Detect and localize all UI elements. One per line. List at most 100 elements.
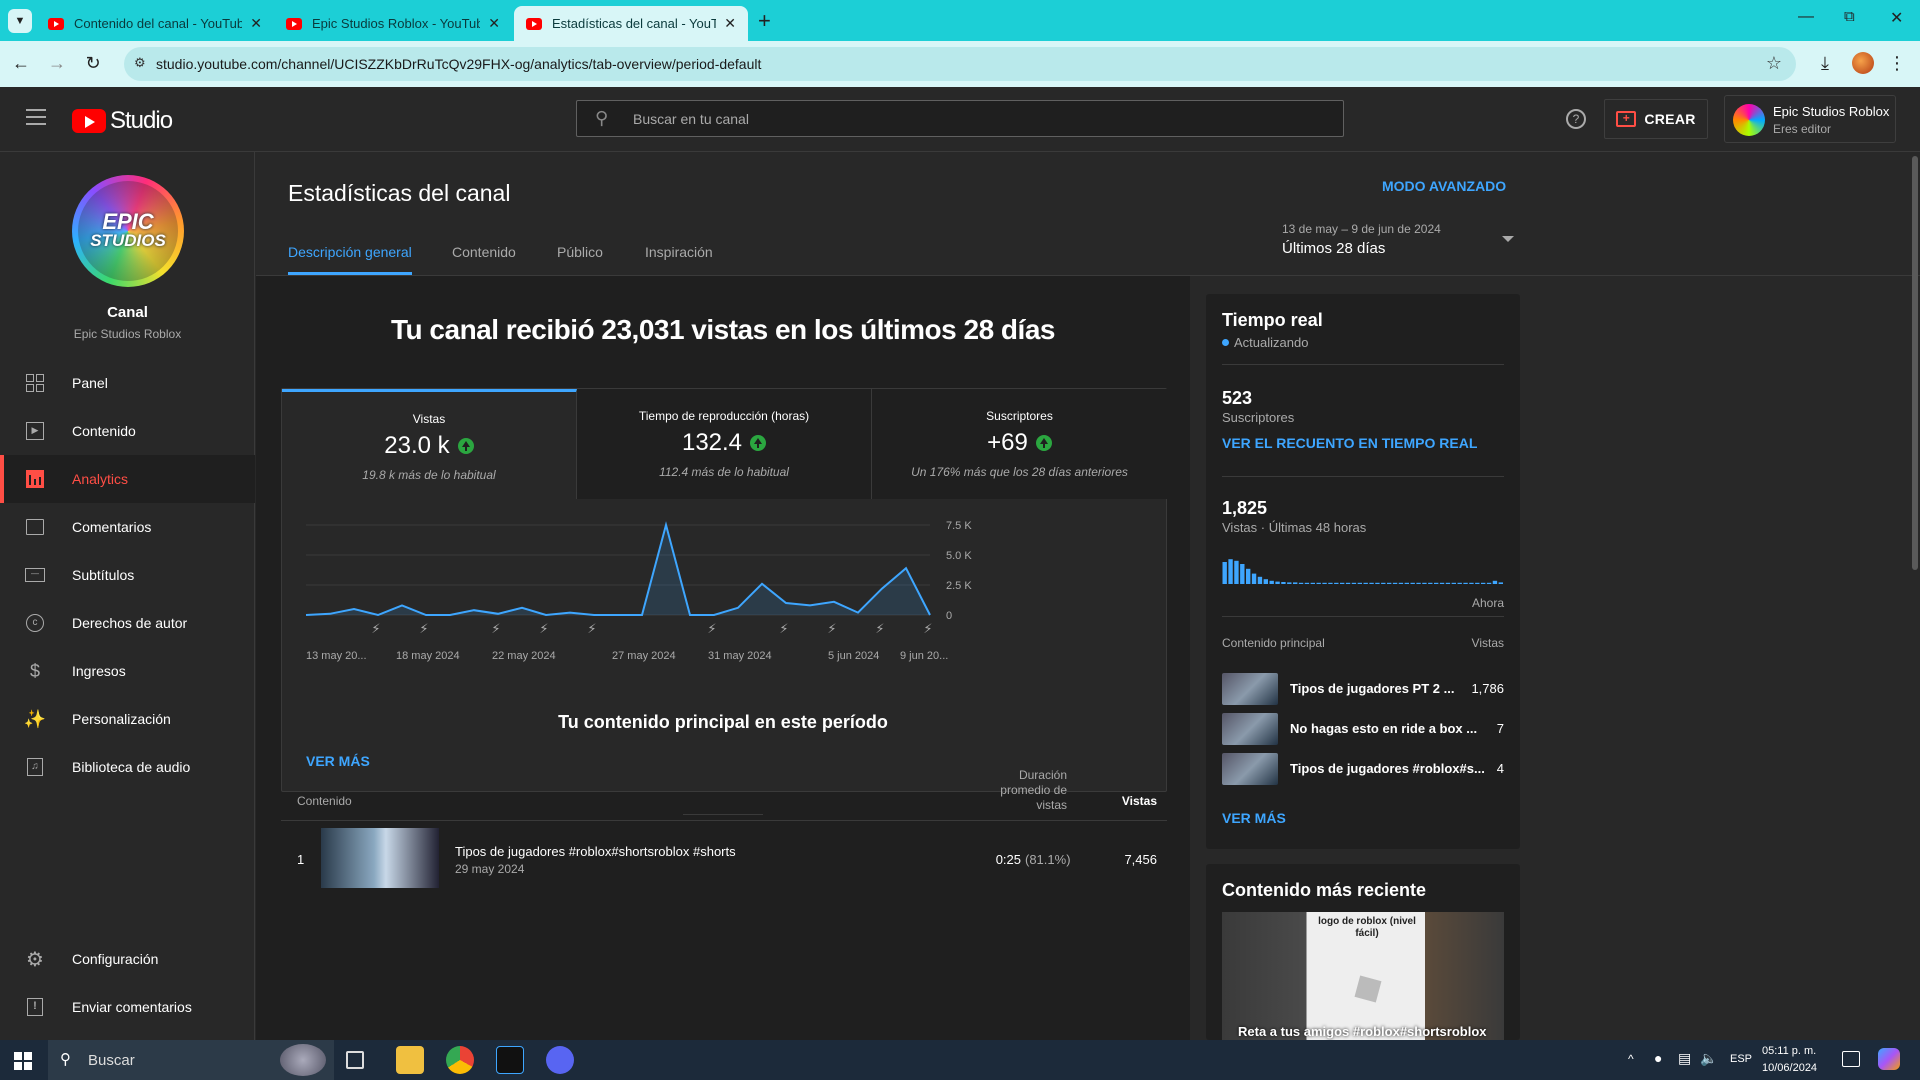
sidebar-item-content[interactable]: ▶ Contenido bbox=[0, 407, 255, 455]
tab-audience[interactable]: Público bbox=[557, 244, 603, 260]
search-highlight-icon bbox=[280, 1044, 326, 1076]
realtime-bar bbox=[1287, 582, 1292, 584]
profile-avatar[interactable] bbox=[1852, 52, 1874, 74]
sidebar-item-subtitles[interactable]: — Subtítulos bbox=[0, 551, 255, 599]
capcut-icon[interactable] bbox=[496, 1046, 524, 1074]
shorts-marker-icon: ⚡ bbox=[371, 621, 380, 636]
discord-icon[interactable] bbox=[546, 1046, 574, 1074]
kpi-views[interactable]: Vistas 23.0 k 19.8 k más de lo habitual bbox=[282, 389, 577, 499]
sidebar-item-panel[interactable]: Panel bbox=[0, 359, 255, 407]
video-thumbnail bbox=[321, 828, 439, 888]
latest-video-thumbnail[interactable]: logo de roblox (nivel fácil) Reta a tus … bbox=[1222, 912, 1504, 1040]
windows-taskbar: ⚲ Buscar ^ ● ▤ 🔈 ESP 05:11 p. m. 10/06/2… bbox=[0, 1040, 1920, 1080]
advanced-mode-button[interactable]: MODO AVANZADO bbox=[1382, 178, 1506, 194]
sidebar-item-comments[interactable]: Comentarios bbox=[0, 503, 255, 551]
browser-tab-1[interactable]: Contenido del canal - YouTube ✕ bbox=[36, 6, 274, 41]
close-tab-icon[interactable]: ✕ bbox=[250, 15, 262, 32]
video-thumbnail bbox=[1222, 673, 1278, 705]
close-tab-icon[interactable]: ✕ bbox=[488, 15, 500, 32]
page-scrollbar[interactable] bbox=[1912, 156, 1918, 570]
new-tab-button[interactable]: + bbox=[758, 8, 771, 34]
volume-icon[interactable]: 🔈 bbox=[1700, 1050, 1717, 1067]
y-tick-label: 0 bbox=[946, 610, 952, 622]
realtime-count-link[interactable]: VER EL RECUENTO EN TIEMPO REAL bbox=[1222, 435, 1477, 451]
feedback-icon: ! bbox=[24, 996, 46, 1018]
help-icon[interactable]: ? bbox=[1566, 109, 1586, 129]
channel-logo[interactable]: EPIC STUDIOS bbox=[72, 175, 184, 287]
sidebar-item-analytics[interactable]: Analytics bbox=[0, 455, 255, 503]
create-button[interactable]: + CREAR bbox=[1604, 99, 1708, 139]
channel-label: Canal bbox=[107, 304, 148, 321]
microphone-icon[interactable]: ● bbox=[1654, 1050, 1662, 1066]
taskbar-search[interactable]: ⚲ Buscar bbox=[48, 1040, 334, 1080]
list-item[interactable]: Tipos de jugadores PT 2 ... 1,786 bbox=[1222, 671, 1504, 707]
shorts-marker-icon: ⚡ bbox=[491, 621, 500, 636]
realtime-bar bbox=[1492, 580, 1498, 584]
restore-button[interactable]: ⧉ bbox=[1844, 8, 1855, 25]
latest-content-card: Contenido más reciente logo de roblox (n… bbox=[1206, 864, 1520, 1040]
url-text: studio.youtube.com/channel/UCISZZKbDrRuT… bbox=[156, 56, 762, 72]
reload-button[interactable]: ↻ bbox=[82, 53, 104, 74]
youtube-favicon-icon bbox=[286, 17, 302, 30]
realtime-bar bbox=[1345, 582, 1351, 584]
kpi-subscribers[interactable]: Suscriptores +69 Un 176% más que los 28 … bbox=[872, 389, 1167, 499]
live-status: Actualizando bbox=[1222, 335, 1308, 350]
video-thumbnail bbox=[1222, 753, 1278, 785]
browser-tab-3[interactable]: Estadísticas del canal - YouTube ✕ bbox=[514, 6, 748, 41]
realtime-card: Tiempo real Actualizando 523 Suscriptore… bbox=[1206, 294, 1520, 849]
close-tab-icon[interactable]: ✕ bbox=[724, 15, 736, 32]
realtime-bar bbox=[1475, 582, 1480, 584]
browser-tab-2[interactable]: Epic Studios Roblox - YouTube ✕ bbox=[274, 6, 512, 41]
close-window-button[interactable]: ✕ bbox=[1890, 8, 1903, 28]
list-item[interactable]: No hagas esto en ride a box ... 7 bbox=[1222, 711, 1504, 747]
minimize-button[interactable]: — bbox=[1798, 8, 1814, 26]
kpi-watch-time[interactable]: Tiempo de reproducción (horas) 132.4 112… bbox=[577, 389, 872, 499]
sidebar-item-audio-library[interactable]: ♫ Biblioteca de audio bbox=[0, 743, 255, 791]
x-tick-label: 31 may 2024 bbox=[708, 650, 772, 662]
trend-up-icon bbox=[457, 438, 474, 454]
task-view-icon[interactable] bbox=[346, 1051, 364, 1069]
windows-start-icon[interactable] bbox=[14, 1052, 32, 1070]
copilot-icon[interactable] bbox=[1878, 1048, 1900, 1070]
table-row[interactable]: 1 Tipos de jugadores #roblox#shortsroblo… bbox=[281, 822, 1167, 888]
realtime-see-more-link[interactable]: VER MÁS bbox=[1222, 810, 1286, 826]
studio-logo[interactable]: Studio bbox=[72, 107, 173, 135]
downloads-icon[interactable]: ⤓ bbox=[1814, 53, 1836, 74]
tab-search-button[interactable]: ▼ bbox=[8, 9, 32, 33]
sidebar-item-feedback[interactable]: ! Enviar comentarios bbox=[0, 983, 255, 1031]
tab-content[interactable]: Contenido bbox=[452, 244, 516, 260]
realtime-bar bbox=[1293, 582, 1298, 584]
sidebar-item-copyright[interactable]: c Derechos de autor bbox=[0, 599, 255, 647]
shorts-marker-icon: ⚡ bbox=[827, 621, 836, 636]
chrome-icon[interactable] bbox=[446, 1046, 474, 1074]
channel-name: Epic Studios Roblox bbox=[73, 327, 182, 341]
forward-button[interactable]: → bbox=[46, 53, 68, 74]
tab-overview[interactable]: Descripción general bbox=[288, 244, 412, 260]
sidebar-item-settings[interactable]: ⚙ Configuración bbox=[0, 935, 255, 983]
series-line bbox=[305, 521, 931, 617]
tab-inspiration[interactable]: Inspiración bbox=[645, 244, 713, 260]
sidebar-item-earn[interactable]: $ Ingresos bbox=[0, 647, 255, 695]
date-range-selector[interactable]: 13 de may – 9 de jun de 2024 Últimos 28 … bbox=[1282, 222, 1514, 266]
sidebar-item-customization[interactable]: ✨ Personalización bbox=[0, 695, 255, 743]
realtime-bar bbox=[1469, 582, 1474, 584]
notifications-icon[interactable] bbox=[1842, 1051, 1860, 1067]
back-button[interactable]: ← bbox=[10, 53, 32, 74]
address-bar[interactable]: ⚙ studio.youtube.com/channel/UCISZZKbDrR… bbox=[124, 47, 1796, 81]
realtime-bar bbox=[1246, 568, 1251, 584]
main-content: Estadísticas del canal MODO AVANZADO Des… bbox=[256, 152, 1920, 1040]
create-video-icon: + bbox=[1616, 111, 1637, 127]
tray-chevron-icon[interactable]: ^ bbox=[1628, 1052, 1634, 1066]
realtime-bar bbox=[1457, 582, 1462, 584]
views-chart[interactable]: 7.5 K 5.0 K 2.5 K 0 ⚡ ⚡ ⚡ ⚡ ⚡ ⚡ ⚡ ⚡ ⚡ ⚡ 13 may 20... 18… bbox=[282, 499, 1166, 719]
file-explorer-icon[interactable] bbox=[396, 1046, 424, 1074]
hamburger-menu-icon[interactable] bbox=[26, 109, 46, 125]
list-item[interactable]: Tipos de jugadores #roblox#s... 4 bbox=[1222, 751, 1504, 787]
youtube-favicon-icon bbox=[48, 17, 64, 30]
network-icon[interactable]: ▤ bbox=[1678, 1050, 1691, 1067]
search-input[interactable]: ⚲ Buscar en tu canal bbox=[576, 100, 1344, 137]
site-info-icon[interactable]: ⚙ bbox=[134, 55, 146, 71]
bookmark-star-icon[interactable]: ☆ bbox=[1766, 53, 1782, 74]
account-button[interactable]: Epic Studios Roblox Eres editor bbox=[1724, 95, 1896, 143]
browser-menu-icon[interactable]: ⋮ bbox=[1886, 53, 1908, 74]
